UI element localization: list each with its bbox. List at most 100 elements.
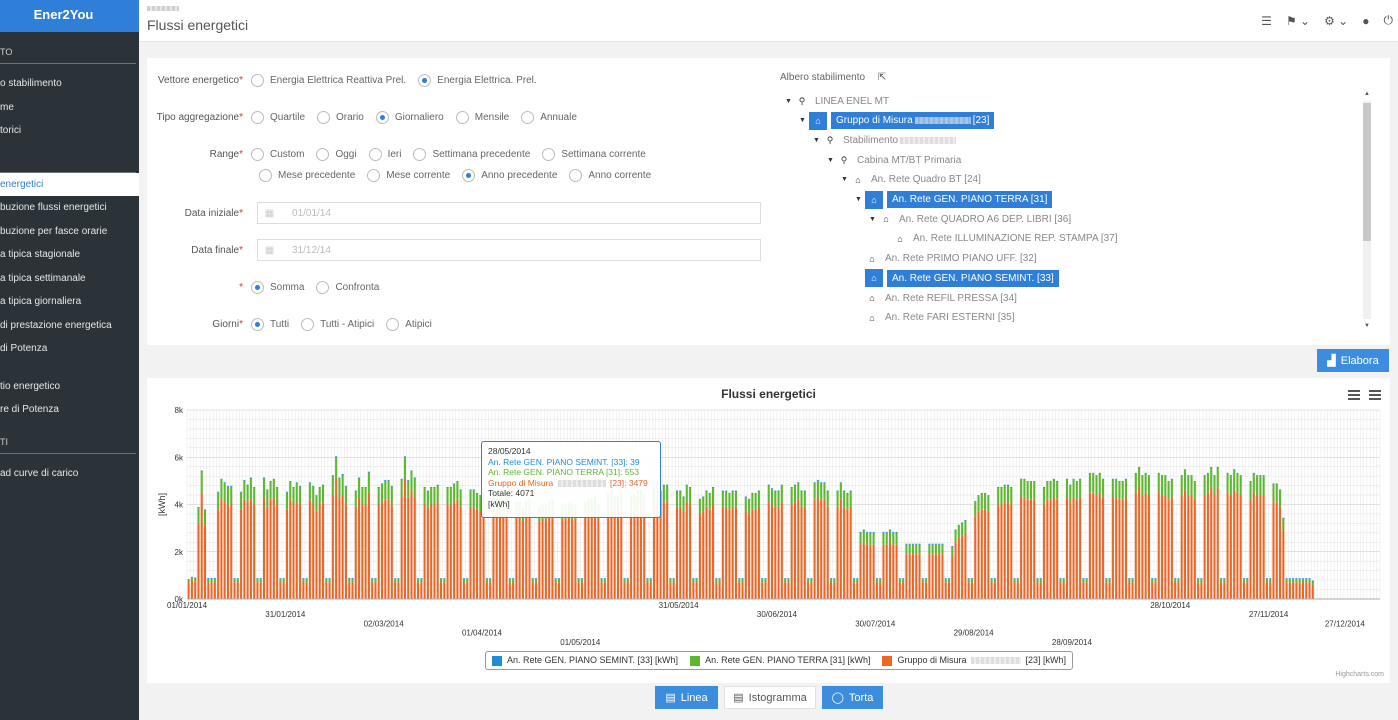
radio-option[interactable]: Anno corrente [569, 169, 651, 182]
tree-node[interactable]: ⌂ An. Rete FARI ESTERNI [35] [855, 309, 1014, 327]
bar-segment [698, 513, 701, 599]
radio-option[interactable]: Giornaliero [375, 111, 444, 124]
bar-segment [882, 544, 885, 599]
sidebar-item[interactable]: di Potenza [0, 337, 139, 361]
tree-node[interactable]: ▼ ⚲ LINEA ENEL MT [785, 92, 889, 110]
legend-item[interactable]: Gruppo di Misura [23] [kWh] [882, 655, 1066, 666]
app-brand[interactable]: Ener2You [0, 0, 139, 32]
tree-node[interactable]: ▼ ⚲ Cabina MT/BT Primaria [827, 151, 961, 169]
bar-segment [456, 482, 459, 500]
radio-option[interactable]: Orario [317, 111, 364, 124]
radio-option[interactable]: Ieri [368, 148, 401, 161]
istogramma-button[interactable]: ▤ Istogramma [724, 686, 816, 709]
radio-option[interactable]: Custom [251, 148, 304, 161]
linea-button[interactable]: ▤ Linea [655, 686, 718, 709]
bar-segment [1052, 478, 1055, 480]
sidebar-item[interactable]: buzione per fasce orarie [0, 220, 139, 244]
bar-segment [679, 490, 682, 492]
radio-option[interactable]: Energia Elettrica. Prel. [418, 74, 537, 87]
radio-option[interactable]: Anno precedente [462, 169, 557, 182]
sidebar-item[interactable]: a tipica stagionale [0, 243, 139, 267]
bar-segment [266, 489, 269, 491]
sidebar-item[interactable]: re di Potenza [0, 398, 139, 422]
bar-segment [1069, 502, 1072, 599]
bar-segment [751, 493, 754, 510]
radio-option[interactable]: Quartile [251, 111, 305, 124]
expand-arrow-icon[interactable]: ▼ [841, 176, 851, 183]
radio-option[interactable]: Settimana precedente [413, 148, 530, 161]
sidebar-item[interactable]: a tipica giornaliera [0, 290, 139, 314]
sidebar-item[interactable]: o stabilimento [0, 72, 139, 96]
bar-segment [1131, 582, 1134, 599]
scroll-down-icon[interactable]: ▼ [1363, 323, 1371, 329]
radio-option[interactable]: Somma [251, 281, 304, 294]
bar-segment [354, 491, 357, 507]
bar-segment [420, 578, 423, 580]
power-icon[interactable]: ⏻ [1384, 13, 1394, 28]
scroll-up-icon[interactable]: ▲ [1363, 91, 1371, 97]
sidebar-item[interactable]: buzione flussi energetici [0, 196, 139, 220]
radio-option[interactable]: Atipici [386, 318, 432, 331]
bar-segment [446, 504, 449, 599]
legend-item[interactable]: An. Rete GEN. PIANO TERRA [31] [kWh] [690, 655, 870, 666]
radio-option[interactable]: Mese corrente [367, 169, 450, 182]
sidebar-item[interactable]: ad curve di carico [0, 462, 139, 486]
radio-option[interactable]: Settimana corrente [542, 148, 646, 161]
bar-segment [993, 579, 996, 583]
expand-arrow-icon[interactable]: ▼ [869, 216, 879, 223]
radio-option[interactable]: Mese precedente [259, 169, 355, 182]
data-finale-input[interactable]: ▦ 31/12/14 [257, 239, 761, 261]
modo-options: Somma Confronta [251, 281, 391, 294]
expand-arrow-icon[interactable]: ▼ [799, 117, 809, 124]
expand-arrow-icon[interactable]: ▼ [785, 98, 795, 105]
sidebar-item[interactable]: torici [0, 119, 139, 143]
external-link-icon[interactable]: ⇱ [878, 72, 886, 83]
tree-node[interactable]: ⌂ An. Rete PRIMO PIANO UFF. [32] [855, 250, 1036, 268]
radio-option[interactable]: Tutti - Atipici [301, 318, 374, 331]
radio-option[interactable]: Annuale [521, 111, 577, 124]
tree-node[interactable]: ⌂ An. Rete GEN. PIANO SEMINT. [33] [855, 269, 1059, 288]
radio-option[interactable]: Oggi [316, 148, 357, 161]
tree-node[interactable]: ▼ ⌂ An. Rete Quadro BT [24] [841, 171, 981, 189]
bar-segment [757, 490, 760, 492]
radio-option[interactable]: Confronta [316, 281, 379, 294]
bar-segment [1131, 579, 1134, 583]
expand-arrow-icon[interactable]: ▼ [813, 137, 823, 144]
radio-option[interactable]: Energia Elettrica Reattiva Prel. [251, 74, 406, 87]
user-icon[interactable]: ● [1362, 14, 1369, 28]
tree-node[interactable]: ⌂ An. Rete REFIL PRESSA [34] [855, 289, 1017, 307]
bar-segment [1216, 487, 1219, 599]
torta-button[interactable]: ◯ Torta [822, 686, 883, 709]
sidebar-item[interactable]: me [0, 96, 139, 120]
tree-scrollbar[interactable]: ▲ ▼ [1363, 91, 1371, 329]
gear-icon[interactable]: ⚙ ⌄ [1324, 14, 1348, 28]
expand-arrow-icon[interactable]: ▼ [827, 157, 837, 164]
radio-option[interactable]: Tutti [251, 318, 289, 331]
bar-segment [1236, 473, 1239, 493]
tree-node[interactable]: ▼ ⌂ An. Rete QUADRO A6 DEP. LIBRI [36] [869, 210, 1071, 228]
legend-item[interactable]: An. Rete GEN. PIANO SEMINT. [33] [kWh] [492, 655, 678, 666]
elabora-button[interactable]: ▟ Elabora [1317, 349, 1389, 372]
chart-credits[interactable]: Highcharts.com [1335, 671, 1384, 678]
bar-segment [387, 480, 390, 500]
tree-node[interactable]: ⌂ An. Rete ILLUMINAZIONE REP. STAMPA [37] [883, 230, 1117, 248]
chart-menu-icon[interactable] [1348, 390, 1360, 400]
chart-legend[interactable]: An. Rete GEN. PIANO SEMINT. [33] [kWh] An… [485, 651, 1073, 670]
sidebar-item[interactable]: tio energetico [0, 375, 139, 399]
radio-option[interactable]: Mensile [455, 111, 509, 124]
tree-node[interactable]: ▼ ⚲ Stabilimento [813, 131, 958, 149]
bar-segment [492, 506, 495, 599]
bar-segment [1016, 579, 1019, 583]
data-iniziale-input[interactable]: ▦ 01/01/14 [257, 202, 761, 224]
bar-segment [364, 487, 367, 505]
scroll-thumb[interactable] [1363, 103, 1371, 241]
expand-arrow-icon[interactable]: ▼ [855, 196, 865, 203]
tree-node[interactable]: ▼ ⌂ An. Rete GEN. PIANO TERRA [31] [855, 190, 1053, 209]
chart-export-icon[interactable] [1369, 390, 1381, 400]
sidebar-item[interactable]: di prestazione energetica [0, 314, 139, 338]
tree-node[interactable]: ▼ ⌂ Gruppo di Misura [23] [799, 111, 995, 130]
list-icon[interactable]: ☰ [1261, 14, 1272, 28]
sidebar-item[interactable]: a tipica settimanale [0, 267, 139, 291]
sidebar-item[interactable]: energetici [0, 172, 139, 196]
flag-icon[interactable]: ⚑ ⌄ [1286, 14, 1310, 28]
